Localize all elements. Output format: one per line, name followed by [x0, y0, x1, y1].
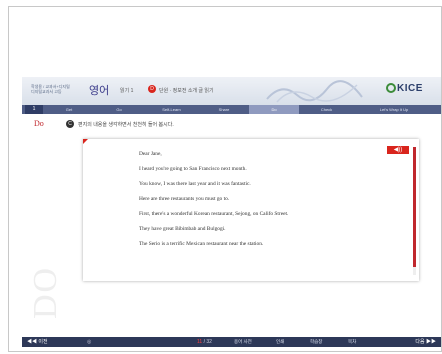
lesson-tabs: 1 Get Go Self-Learn Share Do Check Let's…	[22, 105, 441, 114]
decorative-swoosh	[266, 80, 363, 103]
letter-line: They have great Bibimbab and Bulgogi.	[139, 226, 226, 232]
instruction-badge: C	[66, 120, 74, 128]
lesson-number: 1	[25, 105, 43, 114]
textbook-viewer: 학생용 / 교과서+디지털 디지털교과서 고등 영어 읽기 1 D 단원 · 정…	[22, 77, 441, 347]
side-watermark: DO	[27, 265, 64, 319]
next-button[interactable]: 다음 ▶▶	[415, 338, 436, 346]
tab-wrap-up[interactable]: Let's Wrap It Up	[354, 105, 434, 114]
tab-check[interactable]: Check	[299, 105, 354, 114]
tab-get[interactable]: Get	[44, 105, 94, 114]
logo-line-2: 디지털교과서 고등	[31, 89, 62, 94]
step-title: 단원 · 정보전 소개 글 읽기	[159, 88, 214, 94]
letter-line: Here are three restaurants you must go t…	[139, 196, 230, 202]
page-indicator: 11 / 32	[197, 338, 212, 346]
prev-button[interactable]: ◀◀ 이전	[27, 338, 48, 346]
kice-logo-icon	[386, 83, 396, 93]
study-window-button[interactable]: 학습창	[310, 338, 322, 346]
letter-line: I heard you're going to San Francisco ne…	[139, 166, 247, 172]
brand-logo: KICE	[397, 83, 423, 94]
publisher-logo: 학생용 / 교과서+디지털 디지털교과서 고등	[31, 84, 70, 94]
tab-share[interactable]: Share	[199, 105, 249, 114]
letter-line: Dear Jane,	[139, 151, 162, 157]
tab-do[interactable]: Do	[249, 105, 299, 114]
letter-body: Dear Jane, I heard you're going to San F…	[139, 147, 399, 252]
letter-line: First, there's a wonderful Korean restau…	[139, 211, 289, 217]
header-bar: 학생용 / 교과서+디지털 디지털교과서 고등 영어 읽기 1 D 단원 · 정…	[22, 77, 441, 105]
contents-button[interactable]: 목차	[348, 338, 356, 346]
letter-line: You know, I was there last year and it w…	[139, 181, 251, 187]
dictionary-button[interactable]: 용어 사전	[234, 338, 252, 346]
corner-marker	[83, 139, 88, 144]
subject-label: 영어	[89, 84, 110, 97]
footer-bar: ◀◀ 이전 ◎ 11 / 32 용어 사전 인쇄 학습창 목차 다음 ▶▶	[22, 337, 441, 347]
scrollbar-thumb[interactable]	[413, 147, 416, 267]
print-button[interactable]: 인쇄	[276, 338, 284, 346]
content-area: Do DO C 편지의 내용을 생각하면서 천천히 들어 봅시다. ◀)) De…	[22, 114, 441, 337]
letter-line: The Serio is a terrific Mexican restaura…	[139, 241, 264, 247]
step-badge: D	[148, 85, 156, 93]
instruction-text: 편지의 내용을 생각하면서 천천히 들어 봅시다.	[78, 122, 174, 128]
tab-self-learn[interactable]: Self-Learn	[144, 105, 199, 114]
section-title: Do	[34, 119, 44, 128]
page-total: / 32	[203, 339, 212, 345]
page-current: 11	[197, 339, 203, 345]
audio-toggle-icon[interactable]: ◎	[87, 338, 91, 346]
tab-go[interactable]: Go	[94, 105, 144, 114]
letter-panel: ◀)) Dear Jane, I heard you're going to S…	[83, 139, 419, 281]
unit-label: 읽기 1	[120, 88, 134, 94]
